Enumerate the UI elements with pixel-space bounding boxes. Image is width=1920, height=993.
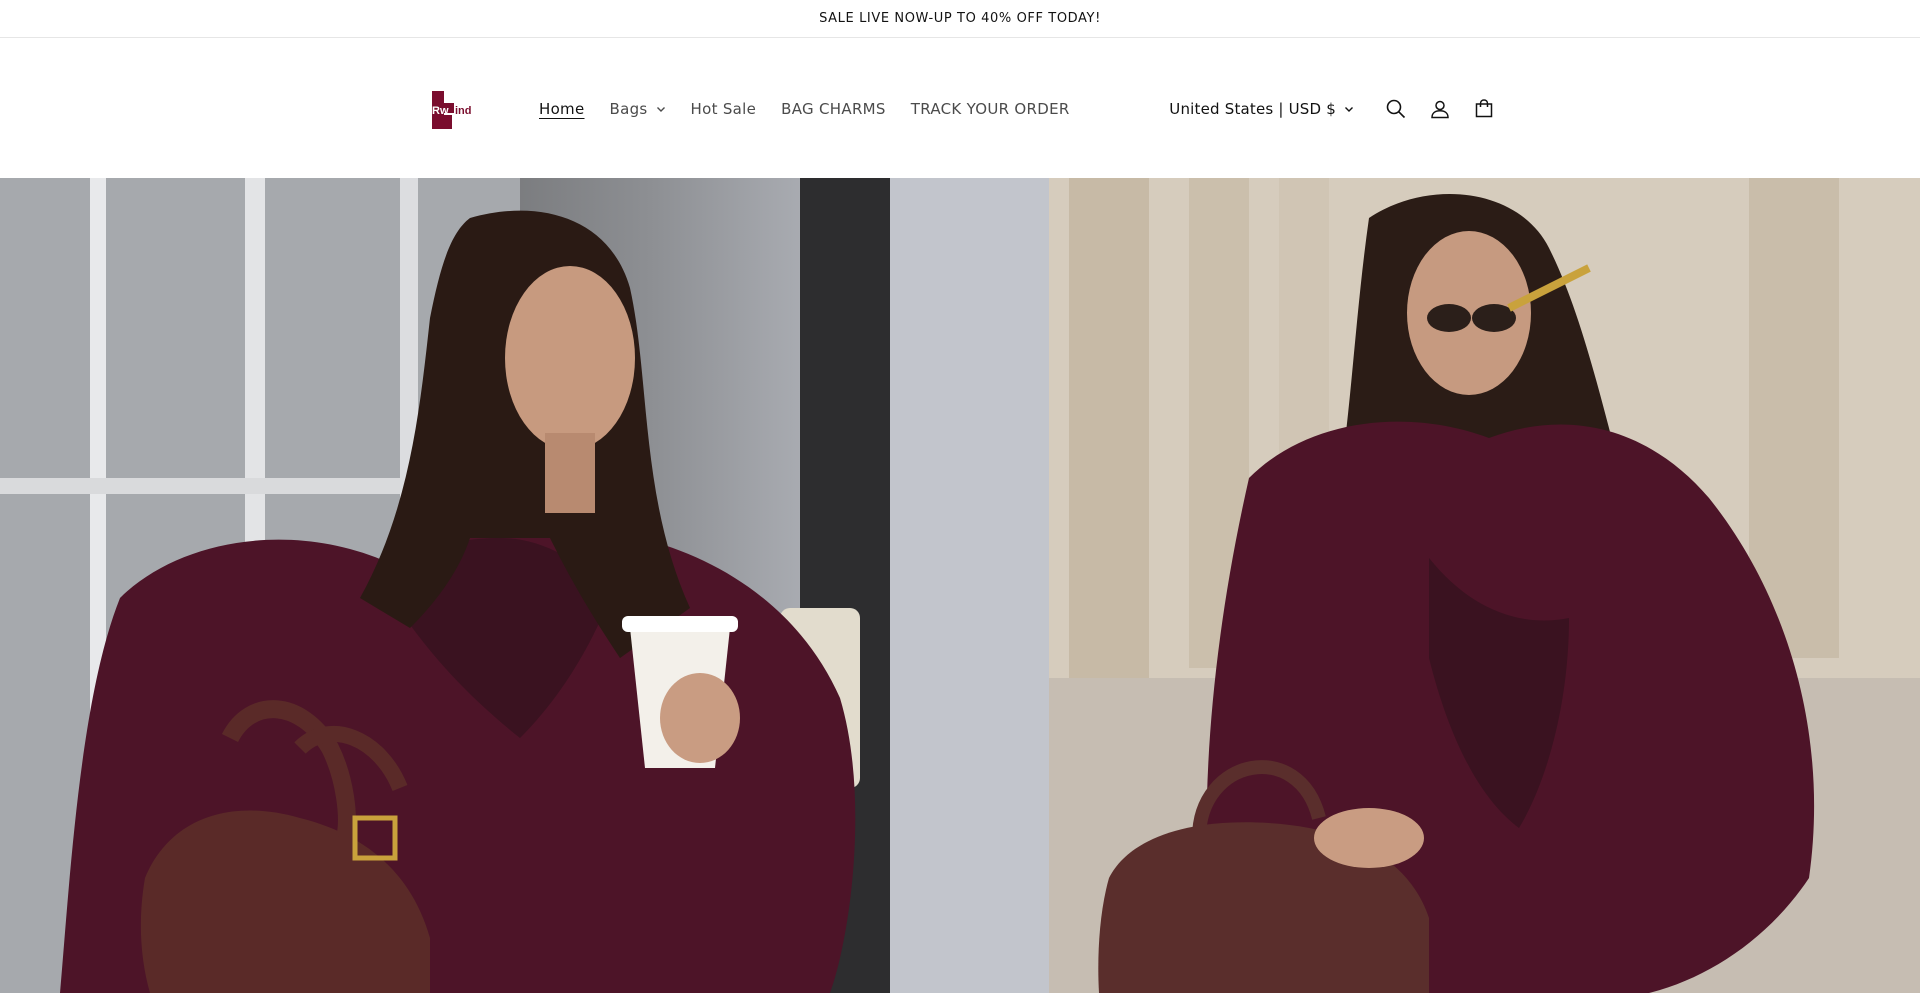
account-button[interactable] <box>1418 87 1462 131</box>
main-nav: Home Bags Hot Sale BAG CHARMS TRACK YOUR… <box>539 39 1095 178</box>
svg-text:Rw: Rw <box>432 105 449 117</box>
nav-bags[interactable]: Bags <box>610 100 666 118</box>
header-actions: United States | USD $ <box>1169 39 1506 178</box>
hero-image-right <box>1049 178 1920 993</box>
logo-icon: Rw ind <box>432 91 472 129</box>
brand-logo[interactable]: Rw ind <box>430 89 482 131</box>
hero-photo-left <box>0 178 1049 993</box>
nav-track-order[interactable]: TRACK YOUR ORDER <box>911 100 1070 118</box>
cart-button[interactable] <box>1462 87 1506 131</box>
chevron-down-icon <box>656 106 665 112</box>
announcement-bar: SALE LIVE NOW-UP TO 40% OFF TODAY! <box>0 0 1920 38</box>
nav-bags-label: Bags <box>609 99 648 118</box>
nav-track-order-label: TRACK YOUR ORDER <box>910 99 1070 118</box>
nav-hot-sale[interactable]: Hot Sale <box>691 100 757 118</box>
hero-banner[interactable] <box>0 178 1920 993</box>
search-button[interactable] <box>1374 87 1418 131</box>
nav-home[interactable]: Home <box>539 100 585 118</box>
announcement-text: SALE LIVE NOW-UP TO 40% OFF TODAY! <box>819 11 1101 26</box>
country-selector[interactable]: United States | USD $ <box>1169 100 1354 118</box>
chevron-down-icon <box>1345 106 1353 112</box>
country-selector-label: United States | USD $ <box>1169 99 1336 118</box>
nav-bag-charms[interactable]: BAG CHARMS <box>781 100 886 118</box>
nav-hot-sale-label: Hot Sale <box>690 99 757 118</box>
nav-bag-charms-label: BAG CHARMS <box>781 99 886 118</box>
account-icon <box>1431 100 1449 118</box>
nav-home-label: Home <box>539 99 585 118</box>
hero-photo-right <box>1049 178 1920 993</box>
svg-text:ind: ind <box>455 105 472 117</box>
hero-image-left <box>0 178 1049 993</box>
cart-icon <box>1475 98 1493 117</box>
search-icon <box>1386 99 1406 118</box>
site-header: Rw ind Home Bags Hot Sale BAG CHARMS TRA… <box>0 39 1920 178</box>
